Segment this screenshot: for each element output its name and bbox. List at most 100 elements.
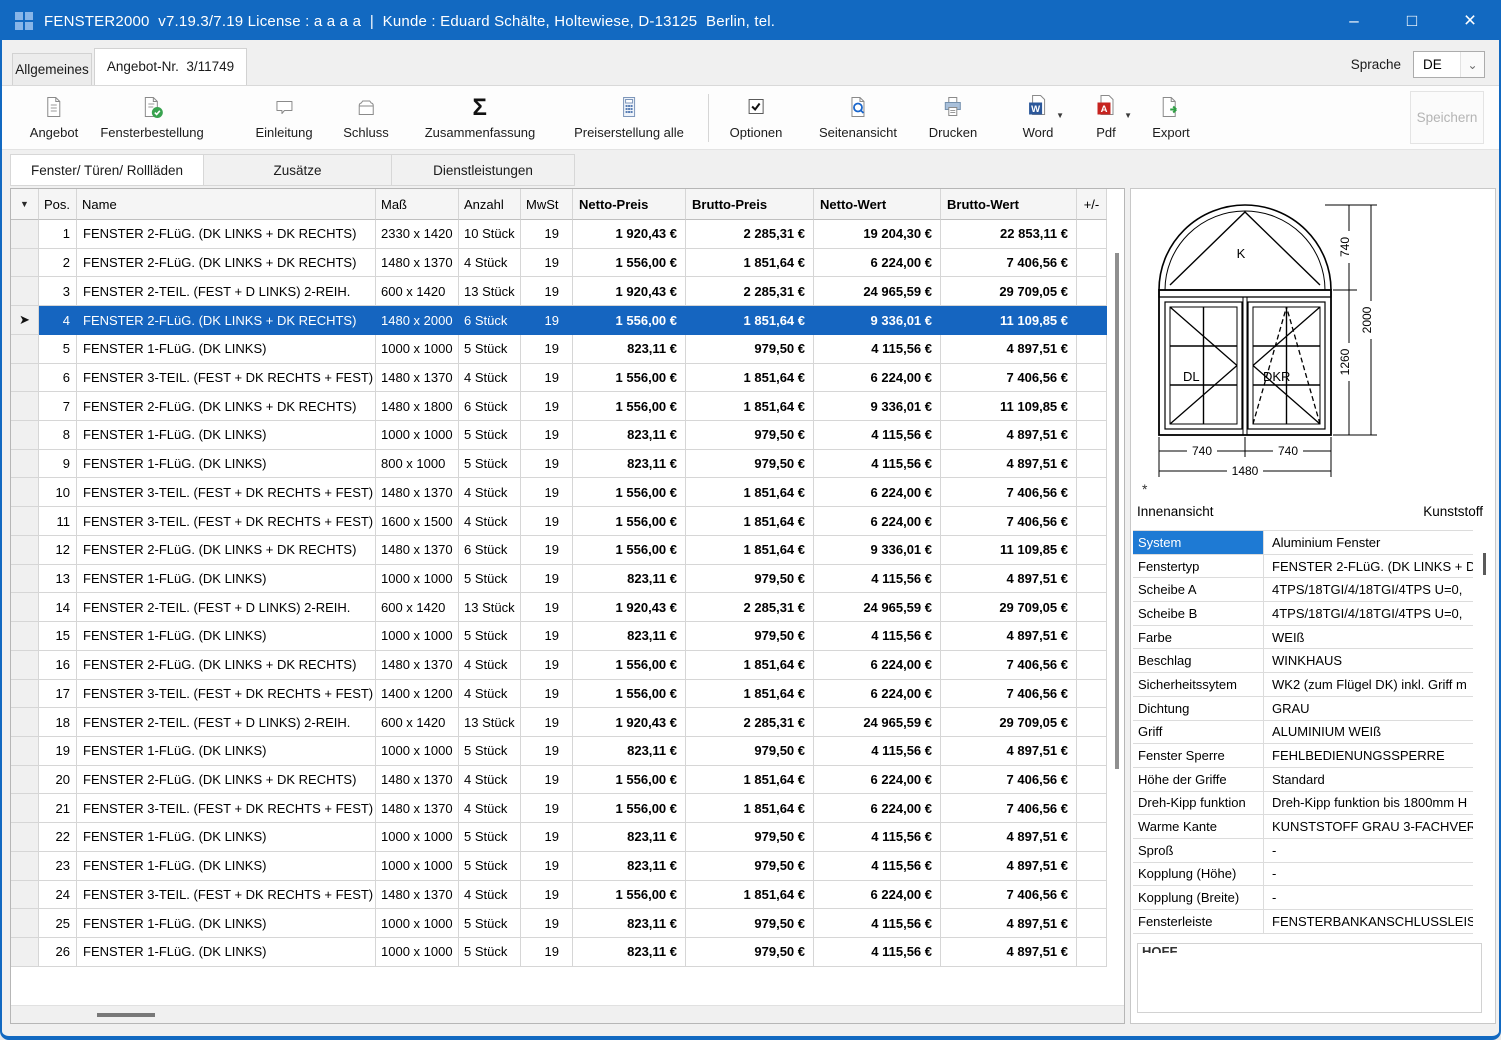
table-row[interactable]: 20FENSTER 2-FLüG. (DK LINKS + DK RECHTS)… [11, 766, 1124, 795]
grid-body: 1FENSTER 2-FLüG. (DK LINKS + DK RECHTS)2… [11, 220, 1124, 967]
preiserstellung-button[interactable]: Preiserstellung alle [574, 94, 684, 140]
table-row[interactable]: 25FENSTER 1-FLüG. (DK LINKS)1000 x 10005… [11, 909, 1124, 938]
fensterbestellung-button[interactable]: Fensterbestellung [100, 94, 203, 140]
table-row[interactable]: 17FENSTER 3-TEIL. (FEST + DK RECHTS + FE… [11, 680, 1124, 709]
pdf-button[interactable]: A ▼ Pdf [1094, 94, 1118, 140]
material-label: Kunststoff [1423, 504, 1483, 519]
property-row[interactable]: Warme KanteKUNSTSTOFF GRAU 3-FACHVERG [1133, 815, 1473, 839]
row-selector [11, 622, 39, 651]
table-row[interactable]: 12FENSTER 2-FLüG. (DK LINKS + DK RECHTS)… [11, 536, 1124, 565]
angebot-button[interactable]: Angebot [30, 94, 78, 140]
calculator-icon [617, 94, 641, 120]
language-select[interactable]: DE ⌄ [1413, 51, 1485, 78]
row-selector [11, 593, 39, 622]
table-row[interactable]: 1FENSTER 2-FLüG. (DK LINKS + DK RECHTS)2… [11, 220, 1124, 249]
property-row[interactable]: SystemAluminium Fenster [1133, 531, 1473, 555]
table-row[interactable]: 6FENSTER 3-TEIL. (FEST + DK RECHTS + FES… [11, 364, 1124, 393]
table-row[interactable]: 19FENSTER 1-FLüG. (DK LINKS)1000 x 10005… [11, 737, 1124, 766]
seitenansicht-button[interactable]: Seitenansicht [819, 94, 897, 140]
minimize-button[interactable]: – [1325, 2, 1383, 40]
sigma-icon: Σ [468, 94, 492, 120]
property-row[interactable]: FensterleisteFENSTERBANKANSCHLUSSLEISTE [1133, 910, 1473, 934]
table-row[interactable]: 14FENSTER 2-TEIL. (FEST + D LINKS) 2-REI… [11, 593, 1124, 622]
table-row[interactable]: 15FENSTER 1-FLüG. (DK LINKS)1000 x 10005… [11, 622, 1124, 651]
speech-bubble-icon [272, 94, 296, 120]
property-row[interactable]: Höhe der GriffeStandard [1133, 768, 1473, 792]
maximize-button[interactable]: □ [1383, 2, 1441, 40]
document-check-icon [139, 94, 165, 120]
table-row[interactable]: 9FENSTER 1-FLüG. (DK LINKS)800 x 10005 S… [11, 450, 1124, 479]
tab-angebot[interactable]: Angebot-Nr. 3/11749 [94, 48, 247, 85]
col-header-name[interactable]: Name [77, 189, 376, 220]
table-row[interactable]: 16FENSTER 2-FLüG. (DK LINKS + DK RECHTS)… [11, 651, 1124, 680]
subtab-fenster[interactable]: Fenster/ Türen/ Rollläden [10, 154, 204, 186]
filter-icon[interactable]: ▼ [11, 189, 39, 220]
property-row[interactable]: Scheibe A4TPS/18TGI/4/18TGI/4TPS U=0, [1133, 578, 1473, 602]
property-row[interactable]: Fenster SperreFEHLBEDIENUNGSSPERRE [1133, 744, 1473, 768]
schluss-button[interactable]: Schluss [343, 94, 389, 140]
col-header-netto-wert[interactable]: Netto-Wert [814, 189, 941, 220]
table-row[interactable]: 18FENSTER 2-TEIL. (FEST + D LINKS) 2-REI… [11, 708, 1124, 737]
einleitung-button[interactable]: Einleitung [255, 94, 312, 140]
word-button[interactable]: W ▼ Word [1023, 94, 1054, 140]
property-row[interactable]: Sproß- [1133, 839, 1473, 863]
property-row[interactable]: FarbeWEIß [1133, 626, 1473, 650]
dim-total-height: 2000 [1360, 306, 1374, 333]
col-header-plusminus[interactable]: +/- [1077, 189, 1107, 220]
horizontal-scrollbar-thumb[interactable] [97, 1013, 155, 1017]
zusammenfassung-button[interactable]: Σ Zusammenfassung [425, 94, 536, 140]
col-header-anzahl[interactable]: Anzahl [459, 189, 521, 220]
horizontal-scrollbar[interactable] [11, 1005, 1124, 1023]
table-row[interactable]: 23FENSTER 1-FLüG. (DK LINKS)1000 x 10005… [11, 852, 1124, 881]
property-row[interactable]: Kopplung (Höhe)- [1133, 863, 1473, 887]
property-row[interactable]: FenstertypFENSTER 2-FLüG. (DK LINKS + D [1133, 555, 1473, 579]
word-icon: W [1026, 93, 1050, 122]
table-row[interactable]: 10FENSTER 3-TEIL. (FEST + DK RECHTS + FE… [11, 478, 1124, 507]
chevron-down-icon[interactable]: ⌄ [1460, 52, 1484, 77]
note-box: HOFF [1137, 943, 1482, 1013]
table-row[interactable]: 2FENSTER 2-FLüG. (DK LINKS + DK RECHTS)1… [11, 249, 1124, 278]
table-row[interactable]: 11FENSTER 3-TEIL. (FEST + DK RECHTS + FE… [11, 507, 1124, 536]
property-row[interactable]: Kopplung (Breite)- [1133, 886, 1473, 910]
property-row[interactable]: BeschlagWINKHAUS [1133, 649, 1473, 673]
word-dropdown-arrow[interactable]: ▼ [1056, 111, 1064, 120]
checkbox-icon [744, 94, 768, 120]
col-header-brutto-preis[interactable]: Brutto-Preis [686, 189, 814, 220]
col-header-netto-preis[interactable]: Netto-Preis [573, 189, 686, 220]
pdf-dropdown-arrow[interactable]: ▼ [1124, 111, 1132, 120]
row-selector [11, 909, 39, 938]
close-button[interactable]: × [1441, 2, 1499, 40]
table-row[interactable]: 22FENSTER 1-FLüG. (DK LINKS)1000 x 10005… [11, 823, 1124, 852]
export-button[interactable]: Export [1152, 94, 1190, 140]
property-row[interactable]: Dreh-Kipp funktionDreh-Kipp funktion bis… [1133, 792, 1473, 816]
col-header-brutto-wert[interactable]: Brutto-Wert [941, 189, 1077, 220]
col-header-pos[interactable]: Pos. [39, 189, 77, 220]
table-row[interactable]: 21FENSTER 3-TEIL. (FEST + DK RECHTS + FE… [11, 794, 1124, 823]
speichern-button[interactable]: Speichern [1410, 91, 1484, 144]
property-row[interactable]: DichtungGRAU [1133, 697, 1473, 721]
property-scrollbar-thumb[interactable] [1483, 553, 1486, 575]
tab-allgemeines[interactable]: Allgemeines [12, 53, 92, 85]
vertical-scrollbar[interactable] [1115, 253, 1119, 769]
col-header-mwst[interactable]: MwSt [521, 189, 573, 220]
drawing-footnote: * [1142, 481, 1147, 497]
table-row[interactable]: 3FENSTER 2-TEIL. (FEST + D LINKS) 2-REIH… [11, 277, 1124, 306]
drucken-button[interactable]: Drucken [929, 94, 977, 140]
table-row[interactable]: 8FENSTER 1-FLüG. (DK LINKS)1000 x 10005 … [11, 421, 1124, 450]
optionen-button[interactable]: Optionen [730, 94, 783, 140]
subtab-zusaetze[interactable]: Zusätze [204, 154, 392, 186]
col-header-mass[interactable]: Maß [376, 189, 459, 220]
table-row[interactable]: 24FENSTER 3-TEIL. (FEST + DK RECHTS + FE… [11, 881, 1124, 910]
property-row[interactable]: SicherheitssytemWK2 (zum Flügel DK) inkl… [1133, 673, 1473, 697]
window-title: FENSTER2000 v7.19.3/7.19 License : a a a… [44, 13, 775, 30]
language-value: DE [1414, 57, 1460, 72]
property-row[interactable]: GriffALUMINIUM WEIß [1133, 721, 1473, 745]
table-row[interactable]: 5FENSTER 1-FLüG. (DK LINKS)1000 x 10005 … [11, 335, 1124, 364]
table-row[interactable]: ➤4FENSTER 2-FLüG. (DK LINKS + DK RECHTS)… [11, 306, 1124, 335]
table-row[interactable]: 7FENSTER 2-FLüG. (DK LINKS + DK RECHTS)1… [11, 392, 1124, 421]
table-row[interactable]: 13FENSTER 1-FLüG. (DK LINKS)1000 x 10005… [11, 565, 1124, 594]
subtab-dienstleistungen[interactable]: Dienstleistungen [392, 154, 575, 186]
table-row[interactable]: 26FENSTER 1-FLüG. (DK LINKS)1000 x 10005… [11, 938, 1124, 967]
property-row[interactable]: Scheibe B4TPS/18TGI/4/18TGI/4TPS U=0, [1133, 602, 1473, 626]
arch-label: K [1237, 246, 1246, 261]
